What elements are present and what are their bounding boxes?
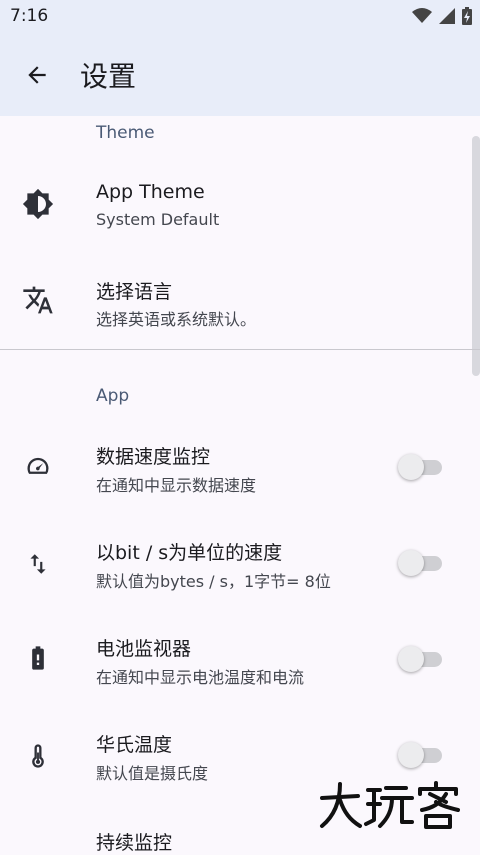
- app-bar: 设置: [0, 34, 480, 116]
- language-title: 选择语言: [96, 281, 173, 303]
- section-header-theme: Theme: [96, 123, 155, 143]
- battery-alert-icon: [22, 642, 54, 674]
- brightness-icon: [22, 188, 54, 220]
- setting-item-data-speed[interactable]: 数据速度监控 在通知中显示数据速度: [0, 428, 480, 508]
- bit-speed-title: 以bit / s为单位的速度: [96, 542, 283, 564]
- section-header-app: App: [96, 386, 130, 406]
- back-button[interactable]: [20, 58, 54, 92]
- app-theme-title: App Theme: [96, 181, 205, 203]
- setting-item-battery-monitor[interactable]: 电池监视器 在通知中显示电池温度和电流: [0, 620, 480, 700]
- speedometer-icon: [22, 450, 54, 482]
- translate-icon: [22, 284, 54, 316]
- arrow-back-icon: [28, 66, 46, 84]
- thermometer-icon: [22, 740, 54, 772]
- page-title: 设置: [80, 60, 137, 93]
- data-speed-switch[interactable]: [398, 454, 444, 480]
- status-time: 7:16: [10, 6, 49, 26]
- swap-vert-icon: [22, 548, 54, 580]
- data-speed-title: 数据速度监控: [96, 446, 211, 468]
- battery-monitor-summary: 在通知中显示电池温度和电流: [96, 668, 305, 687]
- bit-speed-summary: 默认值为bytes / s，1字节= 8位: [96, 572, 331, 591]
- status-bar: 7:16: [0, 0, 480, 34]
- battery-monitor-title: 电池监视器: [96, 638, 192, 660]
- battery-charging-icon: [462, 7, 472, 25]
- section-divider: [0, 349, 480, 350]
- wifi-icon: [412, 8, 432, 23]
- fahrenheit-switch[interactable]: [398, 742, 444, 768]
- status-icons: [412, 7, 472, 25]
- continuous-monitor-title: 持续监控: [96, 832, 173, 854]
- watermark-logo: [320, 781, 460, 829]
- setting-item-app-theme[interactable]: App Theme System Default: [0, 168, 480, 248]
- setting-item-language[interactable]: 选择语言 选择英语或系统默认。: [0, 264, 480, 344]
- battery-monitor-switch[interactable]: [398, 646, 444, 672]
- bit-speed-switch[interactable]: [398, 550, 444, 576]
- setting-item-bit-speed[interactable]: 以bit / s为单位的速度 默认值为bytes / s，1字节= 8位: [0, 524, 480, 604]
- data-speed-summary: 在通知中显示数据速度: [96, 476, 257, 495]
- language-summary: 选择英语或系统默认。: [96, 310, 257, 329]
- fahrenheit-summary: 默认值是摄氏度: [96, 764, 209, 783]
- app-theme-summary: System Default: [96, 210, 220, 229]
- fahrenheit-title: 华氏温度: [96, 734, 173, 756]
- signal-icon: [439, 8, 455, 24]
